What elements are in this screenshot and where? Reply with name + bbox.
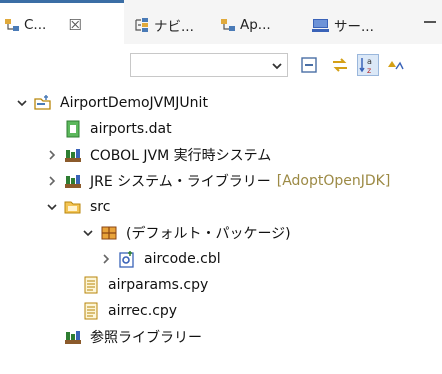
chevron-down-icon[interactable]	[82, 227, 94, 239]
tree-item-project[interactable]: AirportDemoJVMJUnit	[16, 90, 208, 116]
library-icon	[65, 175, 81, 188]
tab-label: サー...	[334, 19, 374, 35]
tab-close-icon[interactable]: ☒	[68, 16, 81, 34]
link-with-editor-icon[interactable]	[331, 56, 349, 74]
tree-item-copybook[interactable]: airparams.cpy	[82, 272, 208, 298]
tree-item-copybook[interactable]: airrec.cpy	[82, 298, 177, 324]
tree-item-source-folder[interactable]: src	[46, 194, 110, 220]
tree-item-library[interactable]: JRE システム・ライブラリー [AdoptOpenJDK]	[46, 168, 390, 194]
package-icon	[101, 226, 117, 240]
source-folder-icon	[64, 201, 81, 214]
project-label: AirportDemoJVMJUnit	[60, 95, 208, 111]
tree-item-package[interactable]: (デフォルト・パッケージ)	[82, 220, 291, 246]
collapse-all-icon[interactable]	[300, 56, 318, 74]
copybook-icon	[84, 276, 98, 294]
chevron-right-icon[interactable]	[46, 175, 58, 187]
library-icon	[65, 331, 81, 344]
chevron-down-icon[interactable]	[271, 60, 283, 72]
tab-label: ナビ...	[154, 19, 194, 35]
chevron-right-icon[interactable]	[46, 149, 58, 161]
tab-cobol-explorer[interactable]: C... ☒	[4, 14, 82, 36]
cobol-explorer-icon	[4, 17, 24, 33]
filter-combo[interactable]	[130, 53, 288, 77]
svg-text:a: a	[367, 57, 372, 66]
tree-item-label: aircode.cbl	[144, 251, 221, 267]
tab-application-explorer[interactable]: Ap...	[220, 14, 271, 36]
minimize-icon[interactable]	[422, 14, 438, 30]
svg-text:z: z	[367, 66, 371, 75]
chevron-down-icon[interactable]	[46, 201, 58, 213]
library-icon	[65, 149, 81, 162]
chevron-right-icon[interactable]	[100, 253, 112, 265]
tree-item-label: (デフォルト・パッケージ)	[126, 226, 291, 242]
servers-icon	[312, 17, 334, 33]
view-toolbar: a z	[0, 44, 442, 84]
tab-label: Ap...	[240, 17, 271, 33]
chevron-down-icon[interactable]	[16, 97, 28, 109]
tab-servers[interactable]: サー...	[312, 14, 374, 36]
filter-input[interactable]	[135, 55, 265, 75]
navigator-icon	[134, 17, 154, 33]
tree-item-label: COBOL JVM 実行時システム	[90, 148, 272, 164]
tree-item-label: airports.dat	[90, 121, 172, 137]
data-file-icon	[66, 120, 80, 138]
tree-item-label: src	[90, 199, 111, 215]
tree-item-label: JRE システム・ライブラリー	[90, 174, 271, 190]
tree-item-label: airrec.cpy	[108, 303, 178, 319]
tree-item-cobol-file[interactable]: aircode.cbl	[100, 246, 221, 272]
cobol-project-icon	[34, 95, 51, 110]
tree-item-label: 参照ライブラリー	[90, 330, 202, 346]
tab-navigator[interactable]: ナビ...	[134, 14, 194, 36]
tree-item-library[interactable]: COBOL JVM 実行時システム	[46, 142, 271, 168]
tree-item-referenced-libraries[interactable]: 参照ライブラリー	[64, 324, 202, 350]
tree-item-file[interactable]: airports.dat	[64, 116, 172, 142]
view-tab-bar: C... ☒ ナビ... Ap... サー...	[0, 0, 442, 44]
tree-item-decoration: [AdoptOpenJDK]	[276, 173, 391, 189]
tree-item-label: airparams.cpy	[108, 277, 209, 293]
tab-label: C...	[24, 17, 47, 33]
active-tab-indicator	[0, 0, 124, 3]
application-explorer-icon	[220, 17, 240, 33]
sort-alphabetically-icon[interactable]: a z	[357, 54, 379, 76]
filter-options-icon[interactable]	[386, 56, 404, 74]
copybook-icon	[84, 302, 98, 320]
cobol-program-icon	[119, 251, 134, 268]
